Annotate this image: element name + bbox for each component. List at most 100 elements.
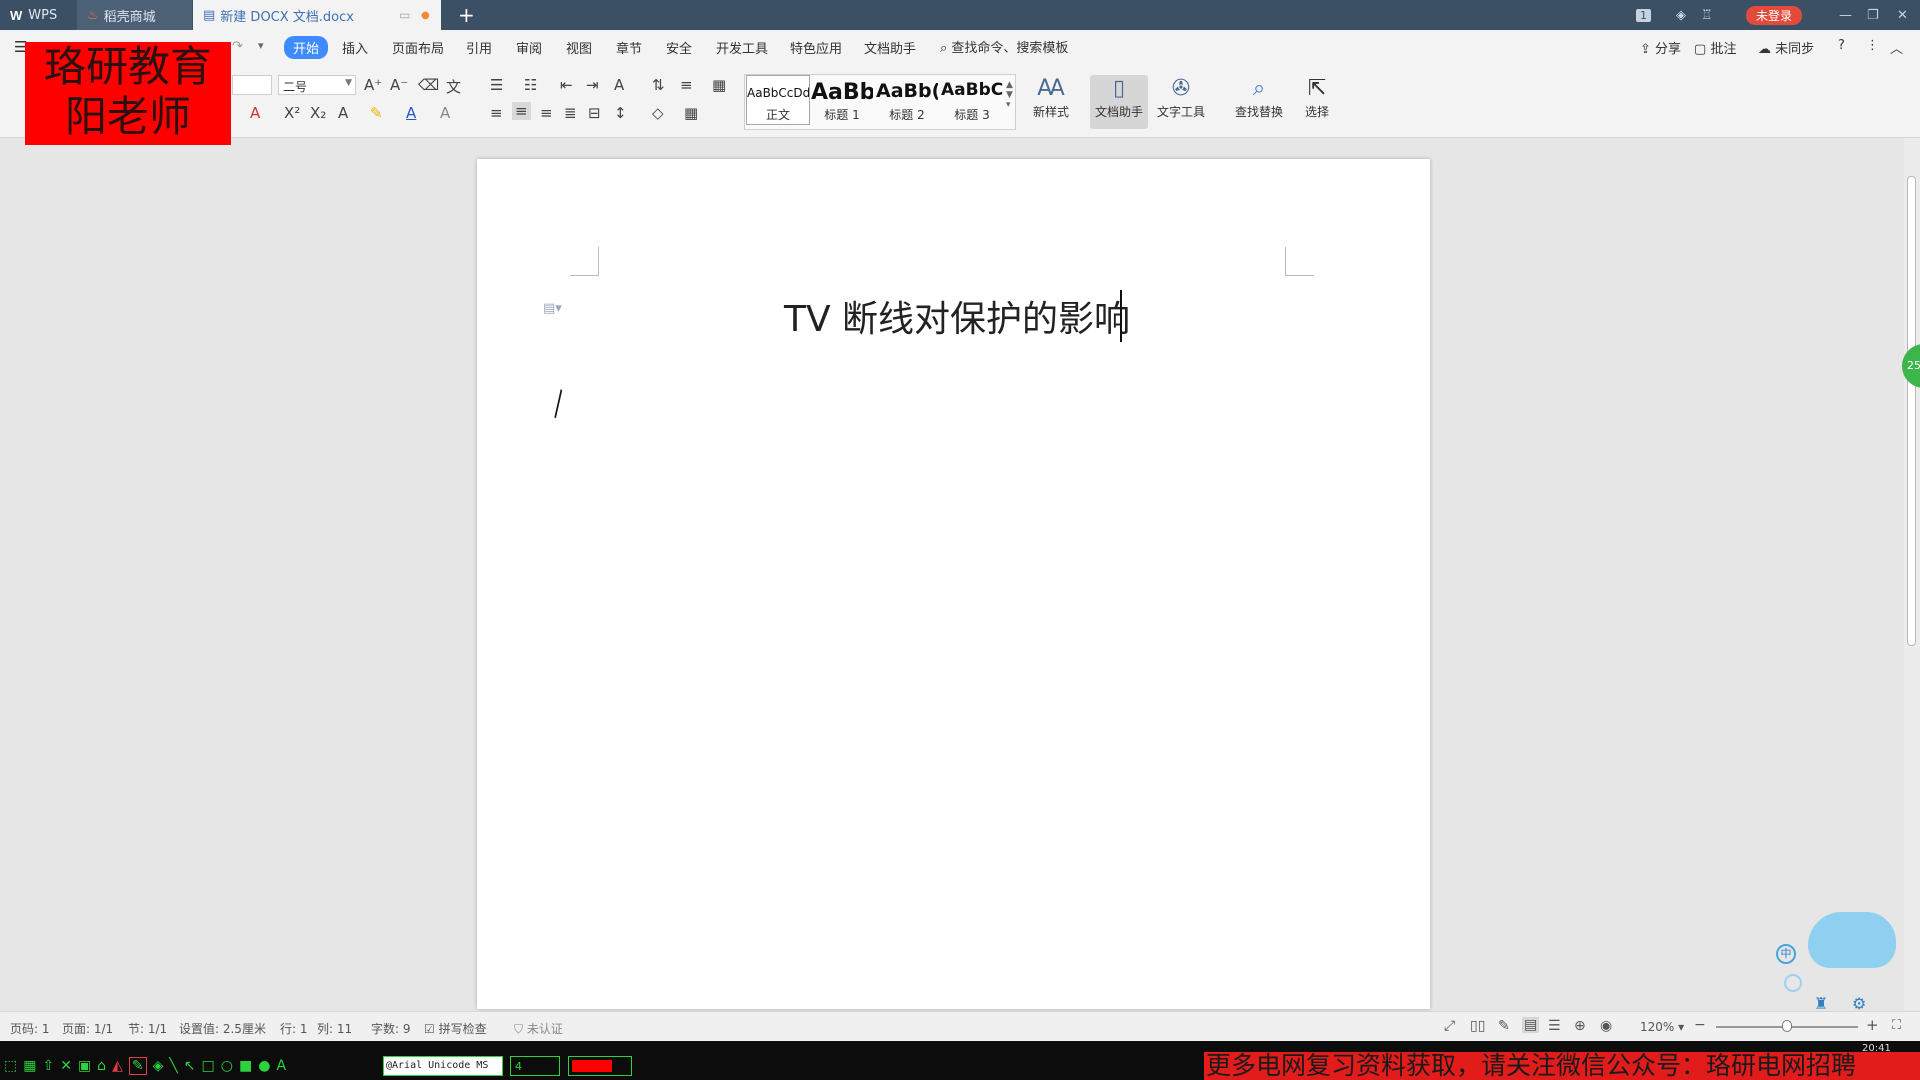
menu-home[interactable]: 开始	[284, 36, 329, 59]
bullet-list-icon[interactable]: ☰	[490, 76, 503, 94]
web-view-icon[interactable]: ⊕	[1574, 1018, 1586, 1034]
fit-page-icon[interactable]: ⛶	[1892, 1018, 1901, 1033]
share-button[interactable]: ⇪ 分享	[1640, 38, 1681, 57]
menu-page-layout[interactable]: 页面布局	[392, 38, 444, 57]
shirt-icon[interactable]: ♖	[1701, 0, 1713, 30]
vertical-scrollbar[interactable]	[1904, 138, 1920, 1010]
increase-indent-icon[interactable]: ⇥	[586, 76, 599, 94]
style-normal[interactable]: AaBbCcDd 正文	[746, 75, 810, 125]
menu-doc-assistant[interactable]: 文档助手	[864, 38, 916, 57]
line-spacing-icon[interactable]: ≡	[680, 76, 693, 94]
certification-status[interactable]: ⛉ 未认证	[514, 1020, 563, 1037]
shrink-font-icon[interactable]: A⁻	[390, 76, 408, 94]
fill-tool-icon[interactable]: ◈	[153, 1058, 164, 1074]
read-mode-icon[interactable]: ▯▯	[1470, 1018, 1485, 1034]
spell-check-button[interactable]: ☑ 拼写检查	[424, 1020, 487, 1037]
subscript-icon[interactable]: X₂	[310, 104, 326, 122]
line-tool-icon[interactable]: ╲	[169, 1058, 177, 1074]
scrollbar-thumb[interactable]	[1907, 176, 1916, 646]
doc-assistant-button[interactable]: ▯ 文档助手	[1090, 75, 1148, 129]
close-icon[interactable]: ✕	[1897, 0, 1908, 30]
pointer-tool-icon[interactable]: ⬚	[4, 1058, 17, 1074]
tab-store[interactable]: ♨ 稻壳商城	[77, 0, 192, 30]
status-column[interactable]: 列: 11	[317, 1020, 352, 1037]
zoom-out-icon[interactable]: −	[1694, 1017, 1706, 1033]
ellipse-tool-icon[interactable]: ○	[221, 1058, 233, 1074]
menu-developer[interactable]: 开发工具	[716, 38, 768, 57]
font-name-select[interactable]	[232, 75, 272, 95]
text-tool-icon[interactable]: A	[276, 1058, 286, 1074]
style-heading-2[interactable]: AaBb( 标题 2	[875, 75, 939, 125]
status-setting[interactable]: 设置值: 2.5厘米	[179, 1020, 266, 1037]
restore-icon[interactable]: ❐	[1867, 0, 1879, 30]
status-section[interactable]: 节: 1/1	[128, 1020, 167, 1037]
phonetic-icon[interactable]: 文	[446, 76, 461, 97]
text-effect-icon[interactable]: A	[338, 104, 348, 122]
sync-button[interactable]: ☁ 未同步	[1758, 38, 1814, 57]
ime-chinese-icon[interactable]: 中	[1776, 944, 1796, 964]
menu-view[interactable]: 视图	[566, 38, 592, 57]
up-tool-icon[interactable]: ⇧	[42, 1058, 54, 1074]
document-title-text[interactable]: TV 断线对保护的影响	[784, 290, 1130, 342]
menu-chapter[interactable]: 章节	[616, 38, 642, 57]
menu-features[interactable]: 特色应用	[790, 38, 842, 57]
grid-tool-icon[interactable]: ▦	[23, 1058, 36, 1074]
menu-references[interactable]: 引用	[466, 38, 492, 57]
command-search[interactable]: ⌕ 查找命令、搜索模板	[940, 37, 1068, 56]
more-icon[interactable]: ⋮	[1866, 38, 1879, 53]
new-style-button[interactable]: Ꜳ 新样式	[1022, 75, 1080, 129]
menu-security[interactable]: 安全	[666, 38, 692, 57]
narwhal-mascot-icon[interactable]	[1808, 912, 1896, 968]
superscript-icon[interactable]: X²	[284, 104, 300, 122]
color-select[interactable]	[568, 1056, 632, 1076]
highlight-icon[interactable]: ✎	[370, 104, 383, 122]
distribute-icon[interactable]: ⊟	[588, 104, 601, 122]
zoom-level[interactable]: 120% ▾	[1640, 1020, 1684, 1034]
text-tools-button[interactable]: ✇ 文字工具	[1152, 75, 1210, 129]
arrow-tool-icon[interactable]: ↖	[184, 1058, 196, 1074]
text-direction-icon[interactable]: A	[614, 76, 624, 94]
monitor-icon[interactable]: ▭	[399, 8, 410, 22]
outline-view-icon[interactable]: ☰	[1548, 1018, 1561, 1034]
comment-button[interactable]: ▢ 批注	[1694, 38, 1736, 57]
pen-tool-icon[interactable]: ✎	[128, 1057, 147, 1075]
menu-insert[interactable]: 插入	[342, 38, 368, 57]
help-icon[interactable]: ?	[1838, 38, 1845, 53]
login-button[interactable]: 未登录	[1746, 0, 1803, 30]
mascot-bubble-icon[interactable]	[1784, 974, 1802, 992]
sort-icon[interactable]: ⇅	[652, 76, 665, 94]
justify-icon[interactable]: ≣	[564, 104, 577, 122]
skin-icon[interactable]: ◈	[1676, 0, 1686, 30]
style-heading-3[interactable]: AaBbC( 标题 3	[940, 75, 1004, 125]
folder-tool-icon[interactable]: ⌂	[97, 1058, 106, 1074]
eye-protect-icon[interactable]: ◉	[1600, 1018, 1612, 1034]
collapse-ribbon-icon[interactable]: ︿	[1890, 38, 1903, 57]
grow-font-icon[interactable]: A⁺	[364, 76, 382, 94]
menu-review[interactable]: 审阅	[516, 38, 542, 57]
new-tab-button[interactable]: +	[452, 0, 482, 30]
filled-rect-tool-icon[interactable]: ■	[239, 1058, 252, 1074]
status-word-count[interactable]: 字数: 9	[371, 1020, 411, 1037]
select-button[interactable]: ⇱ 选择	[1288, 75, 1346, 129]
font-select[interactable]: @Arial Unicode MS	[383, 1056, 503, 1076]
document-page[interactable]: ▤▾	[477, 159, 1430, 1009]
rectangle-tool-icon[interactable]: □	[202, 1058, 215, 1074]
page-count-badge[interactable]: 1	[1636, 0, 1651, 30]
style-heading-1[interactable]: AaBb 标题 1	[810, 75, 874, 125]
edit-mode-icon[interactable]: ✎	[1498, 1018, 1510, 1034]
eraser-tool-icon[interactable]: ◭	[112, 1058, 123, 1074]
align-center-icon[interactable]: ≡	[512, 102, 531, 120]
zoom-in-icon[interactable]: +	[1866, 1016, 1879, 1034]
numbered-list-icon[interactable]: ☷	[524, 76, 537, 94]
status-page-number[interactable]: 页码: 1	[10, 1020, 50, 1037]
char-shading-icon[interactable]: A	[440, 104, 450, 122]
size-select[interactable]: 4	[510, 1056, 560, 1076]
save-tool-icon[interactable]: ▣	[78, 1058, 91, 1074]
borders-icon[interactable]: ▦	[684, 104, 698, 122]
tab-document[interactable]: ▤ 新建 DOCX 文档.docx ▭ ●	[193, 0, 441, 30]
strikethrough-icon[interactable]: A	[250, 104, 260, 122]
fullscreen-icon[interactable]: ⤢	[1444, 1018, 1455, 1034]
align-left-icon[interactable]: ≡	[490, 104, 503, 122]
clear-format-icon[interactable]: ⌫	[418, 76, 439, 94]
minimize-icon[interactable]: —	[1839, 0, 1852, 30]
